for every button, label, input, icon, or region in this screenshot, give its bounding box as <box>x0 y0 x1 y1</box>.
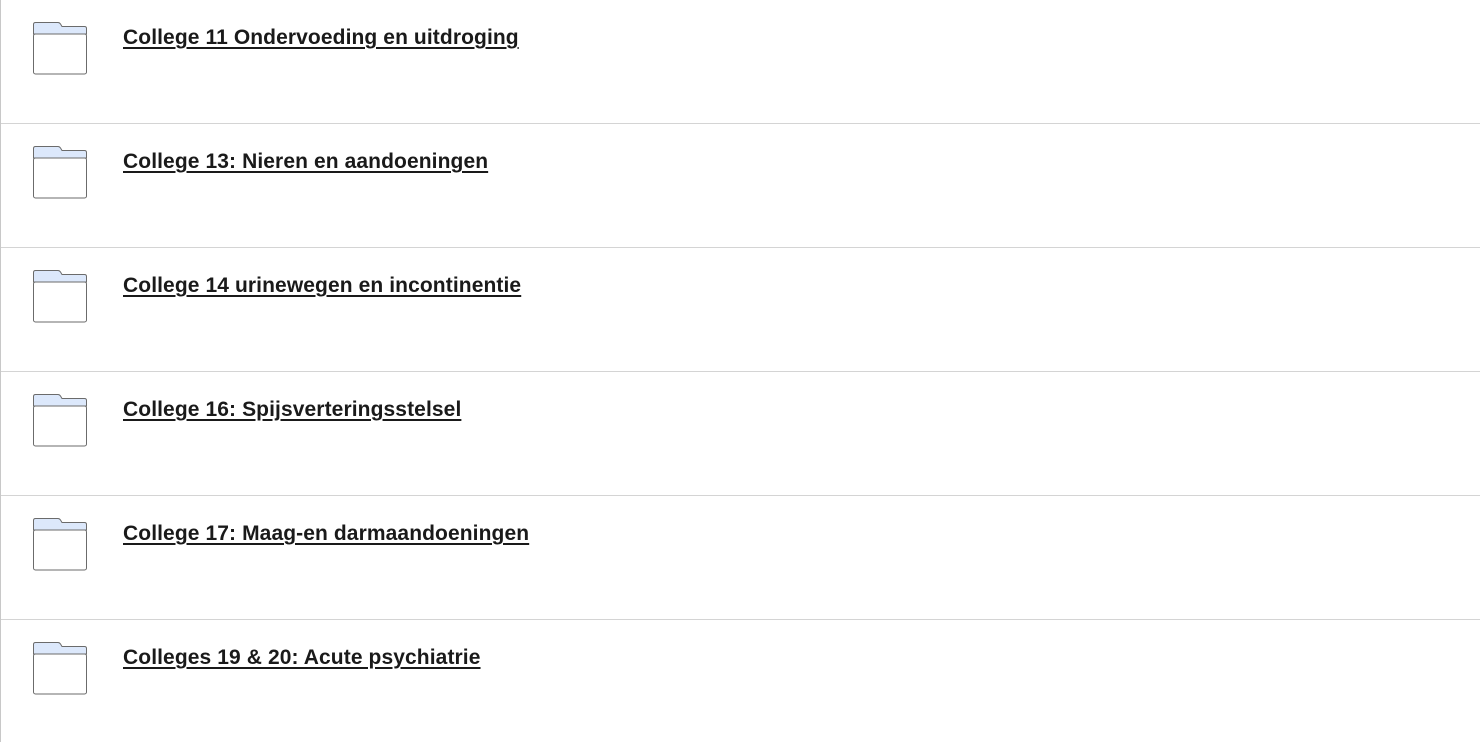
list-item: College 14 urinewegen en incontinentie <box>1 248 1480 372</box>
folder-icon[interactable] <box>32 269 88 324</box>
folder-link[interactable]: College 16: Spijsverteringsstelsel <box>123 398 461 422</box>
content-folder-list: College 11 Ondervoeding en uitdroging Co… <box>0 0 1480 742</box>
folder-link[interactable]: College 13: Nieren en aandoeningen <box>123 150 488 174</box>
folder-icon[interactable] <box>32 145 88 200</box>
list-item: College 11 Ondervoeding en uitdroging <box>1 0 1480 124</box>
folder-icon[interactable] <box>32 517 88 572</box>
list-item: College 16: Spijsverteringsstelsel <box>1 372 1480 496</box>
folder-icon[interactable] <box>32 393 88 448</box>
folder-link[interactable]: College 17: Maag-en darmaandoeningen <box>123 522 529 546</box>
folder-icon[interactable] <box>32 21 88 76</box>
folder-icon[interactable] <box>32 641 88 696</box>
list-item: College 17: Maag-en darmaandoeningen <box>1 496 1480 620</box>
folder-link[interactable]: College 14 urinewegen en incontinentie <box>123 274 521 298</box>
folder-link[interactable]: Colleges 19 & 20: Acute psychiatrie <box>123 646 481 670</box>
list-item: College 13: Nieren en aandoeningen <box>1 124 1480 248</box>
list-item: Colleges 19 & 20: Acute psychiatrie <box>1 620 1480 744</box>
folder-link[interactable]: College 11 Ondervoeding en uitdroging <box>123 26 519 50</box>
